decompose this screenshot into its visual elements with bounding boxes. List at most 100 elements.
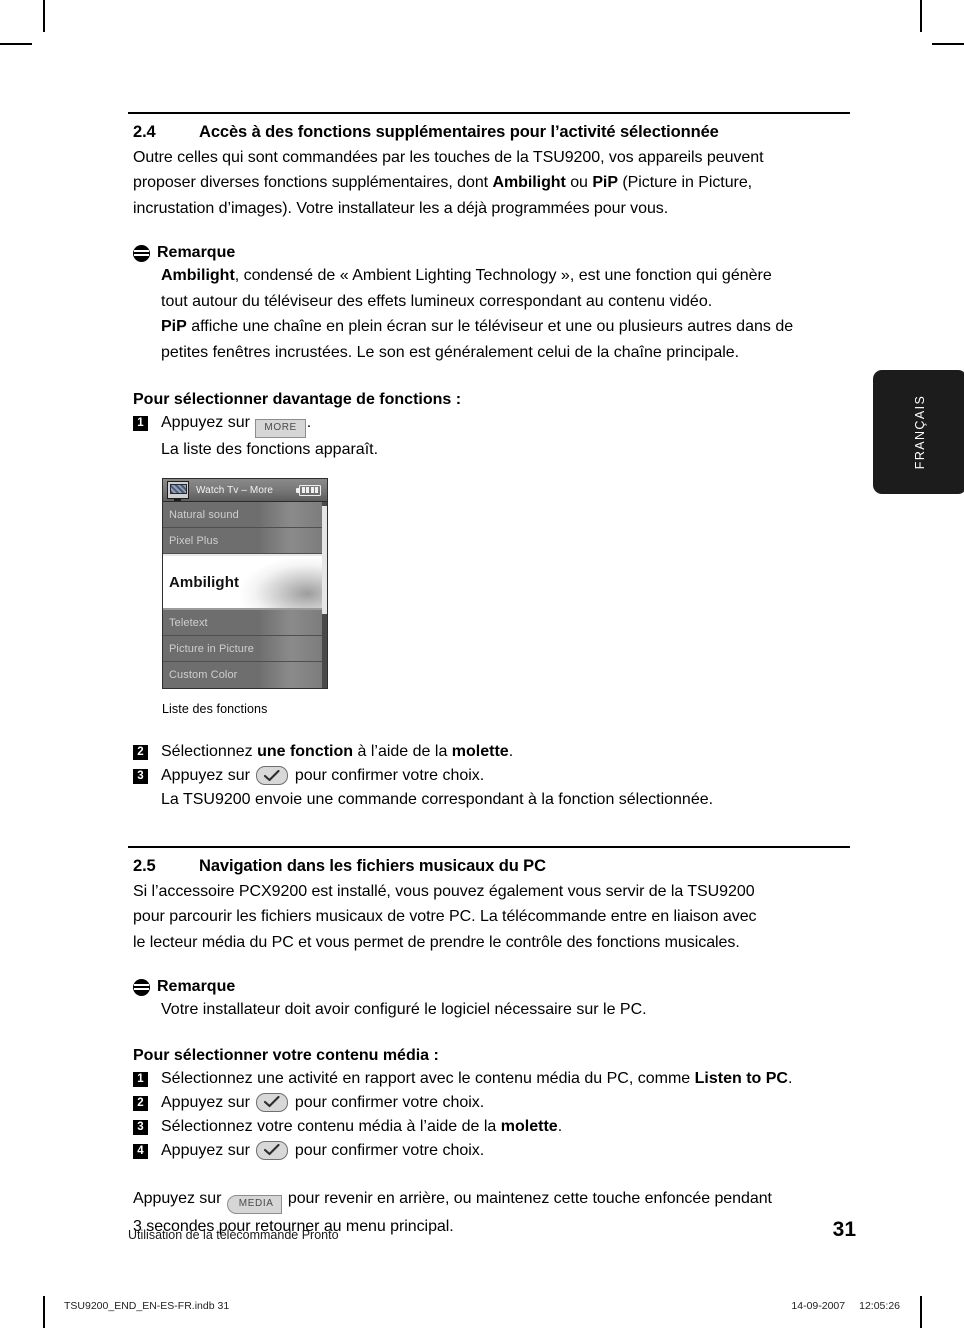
list-item[interactable]: Pixel Plus <box>163 528 327 555</box>
intro-line-2c: ou <box>565 174 593 192</box>
step-2: 2 Appuyez sur pour confirmer votre choix… <box>133 1091 851 1115</box>
step-text: Appuyez sur pour confirmer votre choix. <box>161 1139 851 1163</box>
page-number: 31 <box>832 1218 856 1241</box>
step-number: 2 <box>133 745 148 761</box>
step-number: 1 <box>133 416 148 432</box>
intro-line-2e: (Picture in Picture, <box>617 174 753 192</box>
step-2-pre: Appuyez sur <box>161 1093 255 1111</box>
note-term-ambilight: Ambilight <box>161 267 235 285</box>
note-p2-line2: petites fenêtres incrustées. Le son est … <box>161 343 740 361</box>
section-2-4-intro: Outre celles qui sont commandées par les… <box>133 145 851 222</box>
step-1-result: La liste des fonctions apparaît. <box>161 441 379 459</box>
step-number: 1 <box>133 1071 148 1087</box>
step-2-post: pour confirmer votre choix. <box>290 1093 485 1111</box>
step-1-c: . <box>787 1069 793 1087</box>
language-tab-francais: FRANÇAIS <box>873 370 964 494</box>
step-1: 1 Sélectionnez une activité en rapport a… <box>133 1067 851 1091</box>
list-item[interactable]: Custom Color <box>163 662 327 689</box>
media-button[interactable]: MEDIA <box>226 1194 283 1214</box>
lcd-screen: Watch Tv – More Natural sound Pixel Plus… <box>162 478 328 690</box>
step-number: 4 <box>133 1143 148 1159</box>
intro-line-1: Outre celles qui sont commandées par les… <box>133 148 764 166</box>
scrollbar[interactable] <box>322 502 327 689</box>
slug-date: 14-09-2007 <box>791 1300 846 1312</box>
section-number: 2.4 <box>133 122 156 141</box>
confirm-checkmark-button[interactable] <box>256 1140 289 1160</box>
crop-mark-top-left-horizontal <box>0 43 32 45</box>
closing-post: pour revenir en arrière, ou maintenez ce… <box>283 1189 772 1207</box>
step-4: 4 Appuyez sur pour confirmer votre choix… <box>133 1139 851 1163</box>
crop-mark-top-right-horizontal <box>932 43 964 45</box>
section-title: Accès à des fonctions supplémentaires po… <box>199 122 719 141</box>
battery-full-icon <box>295 484 321 496</box>
step-2-c: à l’aide de la <box>353 743 452 761</box>
intro-2-5-line-3: le lecteur média du PC et vous permet de… <box>133 933 740 951</box>
section-divider-top <box>128 112 850 114</box>
step-3-result: La TSU9200 envoie une commande correspon… <box>161 791 714 809</box>
figure-caption: Liste des fonctions <box>162 702 268 717</box>
list-item-selected[interactable]: Ambilight <box>163 554 327 611</box>
step-1: 1 Appuyez sur MORE. <box>133 411 851 439</box>
step-3-post: pour confirmer votre choix. <box>290 767 485 785</box>
figure-function-list: Watch Tv – More Natural sound Pixel Plus… <box>162 478 851 716</box>
confirm-checkmark-button[interactable] <box>256 766 289 786</box>
procedure-2-heading: Pour sélectionner votre contenu média : <box>133 1046 439 1064</box>
list-item[interactable]: Natural sound <box>163 502 327 529</box>
more-button[interactable]: MORE <box>255 419 306 439</box>
step-number: 2 <box>133 1095 148 1111</box>
procedure-1-heading: Pour sélectionner davantage de fonctions… <box>133 391 462 409</box>
term-molette: molette <box>451 743 509 761</box>
list-item[interactable]: Picture in Picture <box>163 636 327 663</box>
step-text: Appuyez sur pour confirmer votre choix. <box>161 764 851 788</box>
note-p1-rest: , condensé de « Ambient Lighting Technol… <box>234 267 772 285</box>
closing-pre: Appuyez sur <box>133 1189 226 1207</box>
section-2-5-intro: Si l’accessoire PCX9200 est installé, vo… <box>133 879 851 956</box>
page-content: 2.4 Accès à des fonctions supplémentaires… <box>128 0 851 1239</box>
section-divider-mid <box>128 846 850 848</box>
footer-running-head: Utilisation de la télécommande Pronto <box>128 1228 339 1242</box>
step-1-post: . <box>306 414 312 432</box>
crop-mark-top-left-vertical <box>43 0 45 32</box>
crop-mark-bottom-left-vertical <box>43 1296 45 1328</box>
crop-mark-top-right-vertical <box>920 0 922 32</box>
section-number: 2.5 <box>133 856 156 875</box>
note-block-ambilight: Remarque Ambilight, condensé de « Ambien… <box>133 244 851 365</box>
step-3: 3 Appuyez sur pour confirmer votre choix… <box>133 764 851 788</box>
confirm-checkmark-button[interactable] <box>256 1092 289 1112</box>
step-text: Sélectionnez votre contenu média à l’aid… <box>161 1115 851 1139</box>
crop-mark-bottom-right-vertical <box>920 1296 922 1328</box>
step-4-pre: Appuyez sur <box>161 1141 255 1159</box>
term-listen-to-pc: Listen to PC <box>694 1069 788 1087</box>
step-1-a: Sélectionnez une activité en rapport ave… <box>161 1069 695 1087</box>
section-heading-2-4: 2.4 Accès à des fonctions supplémentaires… <box>133 123 851 142</box>
note-term-pip: PiP <box>161 318 187 336</box>
print-slug-line: TSU9200_END_EN-ES-FR.indb 31 14-09-2007 … <box>64 1300 900 1312</box>
step-2-e: . <box>508 743 514 761</box>
language-tab-label: FRANÇAIS <box>913 394 927 470</box>
term-ambilight: Ambilight <box>492 174 566 192</box>
note-icon <box>133 978 150 996</box>
note-block-installer: Remarque Votre installateur doit avoir c… <box>133 978 851 1023</box>
step-number: 3 <box>133 769 148 785</box>
note-heading-label: Remarque <box>157 978 236 996</box>
note-heading-label: Remarque <box>157 244 236 262</box>
note-body: Votre installateur doit avoir configuré … <box>161 1001 647 1019</box>
lcd-function-list: Natural sound Pixel Plus Ambilight Telet… <box>163 502 327 689</box>
note-heading: Remarque <box>133 978 851 996</box>
section-heading-2-5: 2.5 Navigation dans les fichiers musicaux… <box>133 857 851 876</box>
step-3-c: . <box>557 1117 563 1135</box>
intro-2-5-line-1: Si l’accessoire PCX9200 est installé, vo… <box>133 882 755 900</box>
step-2: 2 Sélectionnez une fonction à l’aide de … <box>133 740 851 764</box>
note-icon <box>133 244 150 262</box>
step-2-a: Sélectionnez <box>161 743 258 761</box>
note-p1-line2: tout autour du téléviseur des effets lum… <box>161 292 713 310</box>
list-item[interactable]: Teletext <box>163 610 327 637</box>
step-text: Appuyez sur pour confirmer votre choix. <box>161 1091 851 1115</box>
term-molette: molette <box>500 1117 558 1135</box>
note-body: Ambilight, condensé de « Ambient Lightin… <box>161 263 851 365</box>
step-text: Sélectionnez une fonction à l’aide de la… <box>161 740 851 764</box>
note-p2-rest: affiche une chaîne en plein écran sur le… <box>186 318 794 336</box>
lcd-title: Watch Tv – More <box>196 484 274 496</box>
step-text: Appuyez sur MORE. <box>161 411 851 439</box>
term-pip: PiP <box>592 174 618 192</box>
